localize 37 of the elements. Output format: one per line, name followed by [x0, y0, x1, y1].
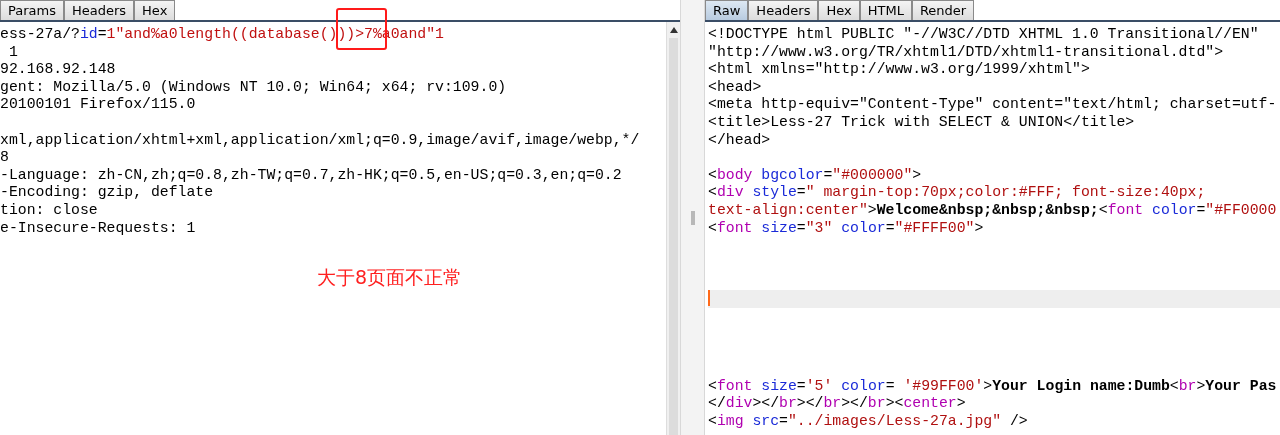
code-line: gent: Mozilla/5.0 (Windows NT 10.0; Win64; x64; rv:109.0) — [0, 78, 507, 95]
code-line: 1 — [7, 43, 18, 60]
code-line: xml,application/xhtml+xml,application/xml;q=0.9,image/avif,image/webp,*/ — [0, 131, 640, 148]
tab[interactable]: Hex — [818, 0, 860, 20]
code-line: </div></br></br></br><center> — [708, 395, 966, 412]
scroll-up-icon[interactable] — [669, 27, 678, 33]
code-line: <img src="../images/Less-27a.jpg" /> — [708, 413, 1028, 430]
annotation-text: 大于8页面不正常 — [317, 265, 464, 291]
tab[interactable]: Params — [0, 0, 64, 20]
grip-icon[interactable] — [690, 210, 695, 225]
tab[interactable]: Headers — [748, 0, 819, 20]
code-line: tion: close — [0, 201, 98, 218]
code-line: <font size='5' color= '#99FF00'>Your Login name:Dumb<br>Your Pas — [708, 377, 1277, 394]
tab[interactable]: Hex — [134, 0, 176, 20]
code-line: e-Insecure-Requests: 1 — [0, 219, 196, 236]
code-line: <font size="3" color="#FFFF00"> — [708, 219, 984, 236]
tab[interactable]: Render — [911, 0, 975, 20]
tab[interactable]: HTML — [859, 0, 912, 20]
text-cursor — [708, 290, 710, 306]
code-line: -Encoding: gzip, deflate — [0, 184, 214, 201]
code-line: text-align:center">Welcome&nbsp;&nbsp;&nbsp;<font color="#FF0000 — [708, 201, 1277, 218]
code-line: <html xmlns="http://www.w3.org/1999/xhtml"> — [708, 61, 1090, 78]
code-line: <meta http-equiv="Content-Type" content="text/html; charset=utf- — [708, 96, 1277, 113]
code-line: 8 — [0, 149, 9, 166]
code-line: <body bgcolor="#000000"> — [708, 166, 922, 183]
code-line: </head> — [708, 131, 771, 148]
tab[interactable]: Headers — [64, 0, 135, 20]
code-line: -Language: zh-CN,zh;q=0.8,zh-TW;q=0.7,zh-HK;q=0.5,en-US;q=0.3,en;q=0.2 — [0, 166, 622, 183]
code-line: "http://www.w3.org/TR/xhtml1/DTD/xhtml1-transitional.dtd"> — [708, 43, 1223, 60]
code-line: <head> — [708, 78, 762, 95]
code-line: 92.168.92.148 — [0, 61, 116, 78]
code-line: 20100101 Firefox/115.0 — [0, 96, 196, 113]
code-line: <!DOCTYPE html PUBLIC "-//W3C//DTD XHTML 1.0 Transitional//EN" — [708, 26, 1259, 42]
tab[interactable]: Raw — [705, 0, 749, 20]
scrollbar[interactable] — [666, 22, 680, 435]
code-line: <div style=" margin-top:70px;color:#FFF; font-size:40px; — [708, 184, 1206, 201]
code-line: <title>Less-27 Trick with SELECT & UNION</title> — [708, 113, 1135, 130]
